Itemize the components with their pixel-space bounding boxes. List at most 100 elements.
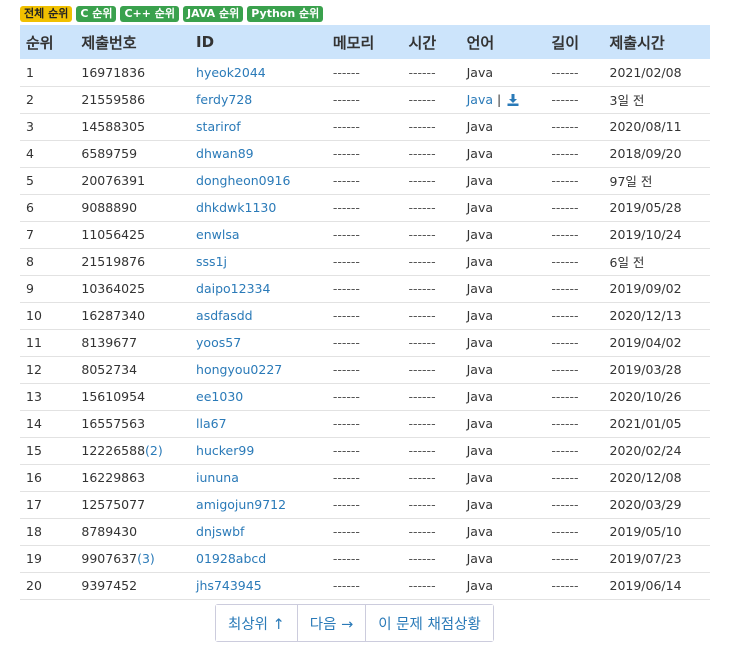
submission-id: 14588305 bbox=[81, 119, 146, 134]
submission-id: 16557563 bbox=[81, 416, 146, 431]
rank-filter-badge[interactable]: C++ 순위 bbox=[120, 6, 180, 22]
user-id-link[interactable]: starirof bbox=[196, 119, 241, 134]
rank-cell: 2 bbox=[26, 92, 34, 107]
user-id-link[interactable]: yoos57 bbox=[196, 335, 241, 350]
user-id-cell: enwlsa bbox=[190, 221, 327, 248]
length-cell: ------ bbox=[551, 362, 579, 377]
language-cell: Java | bbox=[461, 86, 546, 113]
table-row: 2 21559586 ferdy728 ------ ------ Java | ----… bbox=[20, 86, 710, 113]
rank-cell: 12 bbox=[26, 362, 42, 377]
submit-time-cell: 2021/02/08 bbox=[609, 64, 682, 80]
user-id-link[interactable]: dhwan89 bbox=[196, 146, 254, 161]
length-cell: ------ bbox=[551, 524, 579, 539]
user-id-cell: sss1j bbox=[190, 248, 327, 275]
submit-time-cell: 2019/04/02 bbox=[609, 335, 682, 350]
submission-id-cell: 16557563 bbox=[75, 410, 190, 437]
table-row: 3 14588305 starirof ------ ------ Java ------ 2… bbox=[20, 113, 710, 140]
user-id-cell: dhkdwk1130 bbox=[190, 194, 327, 221]
rank-filter-badge[interactable]: JAVA 순위 bbox=[183, 6, 244, 22]
user-id-link[interactable]: dhkdwk1130 bbox=[196, 200, 276, 215]
user-id-link[interactable]: lla67 bbox=[196, 416, 227, 431]
user-id-link[interactable]: amigojun9712 bbox=[196, 497, 286, 512]
time-cell: ------ bbox=[408, 470, 436, 485]
language-cell: Java bbox=[461, 194, 546, 221]
next-page-button[interactable]: 다음 → bbox=[297, 605, 367, 641]
language-cell: Java bbox=[461, 167, 546, 194]
language-label: Java bbox=[466, 308, 493, 323]
time-cell: ------ bbox=[408, 335, 436, 350]
length-cell: ------ bbox=[551, 281, 579, 296]
submission-id: 16287340 bbox=[81, 308, 146, 323]
user-id-link[interactable]: ee1030 bbox=[196, 389, 243, 404]
submission-id-cell: 12226588(2) bbox=[75, 437, 190, 464]
time-cell: ------ bbox=[408, 146, 436, 161]
language-label: Java bbox=[466, 146, 493, 161]
submission-id: 8139677 bbox=[81, 335, 138, 350]
user-id-cell: ee1030 bbox=[190, 383, 327, 410]
user-id-link[interactable]: iununa bbox=[196, 470, 239, 485]
col-language-header: 언어 bbox=[466, 33, 495, 52]
language-cell: Java bbox=[461, 329, 546, 356]
language-cell: Java bbox=[461, 59, 546, 86]
language-label: Java bbox=[466, 470, 493, 485]
memory-cell: ------ bbox=[332, 281, 360, 296]
submission-count-link[interactable]: (2) bbox=[145, 443, 163, 458]
user-id-link[interactable]: sss1j bbox=[196, 254, 227, 269]
user-id-link[interactable]: asdfasdd bbox=[196, 308, 253, 323]
time-cell: ------ bbox=[408, 389, 436, 404]
language-label: Java bbox=[466, 524, 493, 539]
rank-filter-badge[interactable]: C 순위 bbox=[76, 6, 117, 22]
length-cell: ------ bbox=[551, 578, 579, 593]
ranking-table: 순위 제출번호 ID 메모리 시간 언어 길이 제출시간 1 16971836 hyeok2044… bbox=[20, 25, 710, 600]
submission-id: 8052734 bbox=[81, 362, 138, 377]
table-row: 17 12575077 amigojun9712 ------ ------ Java --… bbox=[20, 491, 710, 518]
language-cell: Java bbox=[461, 113, 546, 140]
submission-count-link[interactable]: (3) bbox=[137, 551, 155, 566]
user-id-link[interactable]: 01928abcd bbox=[196, 551, 266, 566]
memory-cell: ------ bbox=[332, 389, 360, 404]
language-label: Java bbox=[466, 389, 493, 404]
language-source-link[interactable]: Java bbox=[467, 92, 493, 107]
rank-cell: 17 bbox=[26, 497, 42, 512]
user-id-link[interactable]: jhs743945 bbox=[196, 578, 262, 593]
submission-id: 6589759 bbox=[81, 146, 138, 161]
submission-id-cell: 11056425 bbox=[75, 221, 190, 248]
submission-id: 10364025 bbox=[81, 281, 146, 296]
submit-time-cell: 2020/10/26 bbox=[609, 389, 682, 404]
user-id-link[interactable]: ferdy728 bbox=[196, 92, 252, 107]
download-icon[interactable] bbox=[507, 94, 519, 106]
rank-cell: 20 bbox=[26, 578, 42, 593]
time-cell: ------ bbox=[408, 578, 436, 593]
user-id-link[interactable]: dnjswbf bbox=[196, 524, 244, 539]
submission-id-cell: 9088890 bbox=[75, 194, 190, 221]
language-cell: Java bbox=[461, 383, 546, 410]
language-cell: Java bbox=[461, 221, 546, 248]
submit-time-cell: 2020/08/11 bbox=[609, 119, 682, 134]
rank-filter-badge[interactable]: Python 순위 bbox=[247, 6, 324, 22]
memory-cell: ------ bbox=[332, 308, 360, 323]
length-cell: ------ bbox=[551, 92, 579, 107]
language-label: Java bbox=[466, 200, 493, 215]
time-cell: ------ bbox=[408, 443, 436, 458]
user-id-link[interactable]: enwlsa bbox=[196, 227, 239, 242]
user-id-cell: 01928abcd bbox=[190, 545, 327, 572]
user-id-link[interactable]: hongyou0227 bbox=[196, 362, 282, 377]
user-id-link[interactable]: daipo12334 bbox=[196, 281, 270, 296]
language-cell: Java bbox=[461, 356, 546, 383]
rank-cell: 19 bbox=[26, 551, 42, 566]
user-id-cell: ferdy728 bbox=[190, 86, 327, 113]
submission-id-cell: 10364025 bbox=[75, 275, 190, 302]
language-label: Java bbox=[466, 227, 493, 242]
user-id-link[interactable]: hyeok2044 bbox=[196, 65, 266, 80]
submission-id-cell: 8139677 bbox=[75, 329, 190, 356]
submission-id-cell: 9397452 bbox=[75, 572, 190, 599]
time-cell: ------ bbox=[408, 308, 436, 323]
col-length-header: 길이 bbox=[551, 33, 580, 52]
user-id-link[interactable]: dongheon0916 bbox=[196, 173, 290, 188]
top-rank-button[interactable]: 최상위 ↑ bbox=[216, 605, 298, 641]
memory-cell: ------ bbox=[332, 146, 360, 161]
user-id-link[interactable]: hucker99 bbox=[196, 443, 254, 458]
problem-status-button[interactable]: 이 문제 채점상황 bbox=[366, 605, 493, 641]
submit-time-cell: 2019/10/24 bbox=[609, 227, 682, 242]
rank-filter-badge[interactable]: 전체 순위 bbox=[20, 6, 73, 22]
